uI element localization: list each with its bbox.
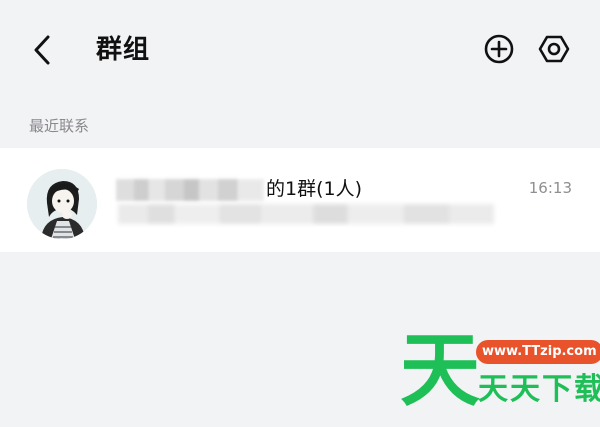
header-bar: 群组 (0, 0, 600, 100)
plus-circle-icon (484, 34, 514, 64)
watermark-logo: 天 www.TTzip.com 天天下载 (398, 324, 600, 426)
add-button[interactable] (482, 32, 516, 66)
avatar-illustration (27, 169, 97, 239)
chevron-left-icon (34, 35, 50, 65)
watermark-url: www.TTzip.com (476, 340, 600, 364)
page-title: 群组 (96, 35, 151, 65)
hexagon-settings-icon (538, 35, 570, 63)
settings-button[interactable] (537, 32, 571, 66)
message-time: 16:13 (528, 179, 572, 197)
recent-contacts-label: 最近联系 (29, 117, 90, 135)
back-button[interactable] (28, 32, 58, 68)
group-name-suffix: 的1群(1人) (266, 178, 363, 200)
watermark-text: 天天下载 (478, 372, 600, 407)
group-list-item[interactable]: 的1群(1人) 16:13 (0, 148, 600, 252)
watermark-big-char: 天 (400, 324, 480, 417)
avatar (27, 169, 97, 239)
redacted-name (116, 178, 264, 201)
redacted-message-preview (118, 204, 494, 224)
group-name: 的1群(1人) (116, 174, 362, 204)
